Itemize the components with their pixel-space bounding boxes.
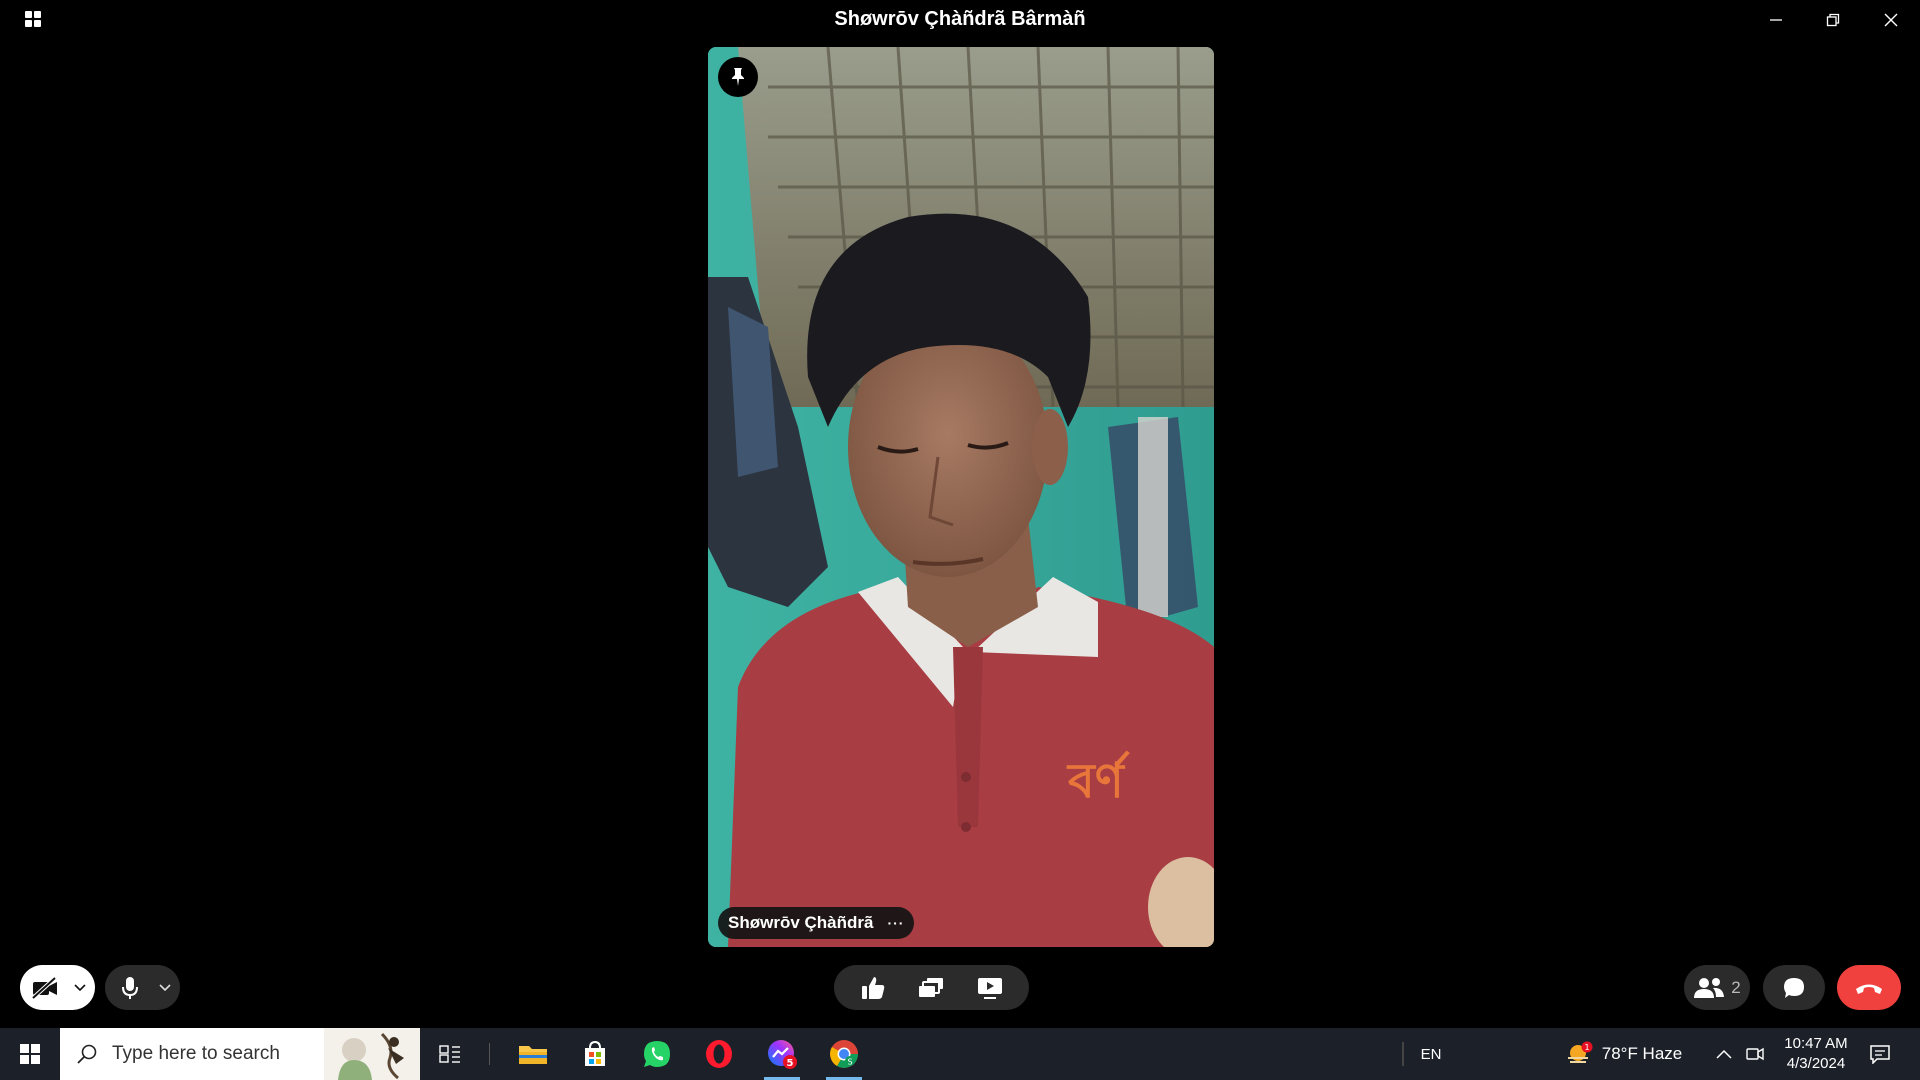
share-screen-button[interactable] bbox=[917, 976, 945, 1000]
react-button[interactable] bbox=[860, 975, 886, 1001]
camera-button[interactable] bbox=[20, 976, 70, 999]
participant-name-tag: Shøwrōv Çhàñdrã ··· bbox=[718, 907, 915, 939]
chat-button[interactable] bbox=[1763, 965, 1825, 1010]
start-button[interactable] bbox=[0, 1028, 60, 1080]
messenger-button[interactable]: 5 bbox=[756, 1028, 808, 1080]
task-view-button[interactable] bbox=[424, 1028, 476, 1080]
search-highlight-illustration bbox=[324, 1028, 420, 1080]
weather-widget[interactable]: 1 78°F Haze bbox=[1558, 1028, 1690, 1080]
chrome-icon: S bbox=[830, 1040, 858, 1068]
weather-haze-icon: 1 bbox=[1567, 1041, 1593, 1063]
svg-text:বর্ণ: বর্ণ bbox=[1066, 750, 1130, 809]
microphone-options-button[interactable] bbox=[155, 983, 175, 992]
chevron-down-icon bbox=[74, 983, 86, 991]
microphone-toggle[interactable] bbox=[105, 965, 180, 1010]
minimize-button[interactable] bbox=[1762, 6, 1790, 34]
folder-icon bbox=[519, 1046, 547, 1064]
whatsapp-icon bbox=[644, 1041, 670, 1067]
meet-now-button[interactable] bbox=[1740, 1028, 1770, 1080]
weather-badge: 1 bbox=[1584, 1043, 1589, 1052]
opera-icon bbox=[706, 1040, 732, 1068]
weather-text: 78°F Haze bbox=[1601, 1044, 1683, 1063]
restore-icon bbox=[1826, 13, 1840, 27]
present-icon bbox=[977, 977, 1002, 999]
clock-time: 10:47 AM bbox=[1784, 1035, 1848, 1052]
participants-count: 2 bbox=[1731, 977, 1741, 997]
camera-feed-image: বর্ণ bbox=[708, 47, 1214, 947]
call-actions bbox=[834, 965, 1029, 1010]
participant-video[interactable]: বর্ণ Shøwrōv Çhàñdrã ··· bbox=[708, 47, 1214, 947]
present-button[interactable] bbox=[976, 976, 1004, 1000]
search-icon bbox=[77, 1044, 97, 1064]
share-screen-icon bbox=[918, 977, 943, 997]
thumbs-up-icon bbox=[861, 976, 884, 999]
whatsapp-button[interactable] bbox=[631, 1028, 683, 1080]
language-indicator[interactable]: EN bbox=[1416, 1028, 1446, 1080]
microphone-icon bbox=[122, 976, 138, 999]
window-title: Shøwrōv Çhàñdrã Bârmàñ bbox=[834, 8, 1086, 30]
microphone-button[interactable] bbox=[105, 976, 155, 1000]
participant-more-button[interactable]: ··· bbox=[887, 915, 904, 931]
notification-icon bbox=[1870, 1045, 1890, 1064]
search-placeholder: Type here to search bbox=[112, 1043, 280, 1064]
show-hidden-icons-button[interactable] bbox=[1709, 1028, 1739, 1080]
messenger-badge: 5 bbox=[787, 1058, 794, 1069]
microsoft-store-button[interactable] bbox=[569, 1028, 621, 1080]
pin-button[interactable] bbox=[718, 57, 758, 97]
notifications-button[interactable] bbox=[1862, 1028, 1898, 1080]
taskbar-search[interactable]: Type here to search bbox=[60, 1028, 420, 1080]
meet-now-icon bbox=[1746, 1047, 1764, 1061]
chevron-up-icon bbox=[1716, 1049, 1732, 1059]
close-button[interactable] bbox=[1877, 6, 1905, 34]
task-view-icon bbox=[439, 1045, 460, 1063]
hang-up-icon bbox=[1856, 984, 1882, 994]
chrome-button[interactable]: S bbox=[818, 1028, 870, 1080]
camera-off-icon bbox=[31, 976, 57, 999]
svg-text:S: S bbox=[847, 1058, 852, 1067]
taskbar: Type here to search 5 S EN 1 78°F Haze 1… bbox=[0, 1028, 1920, 1080]
chat-icon bbox=[1784, 977, 1804, 998]
file-explorer-button[interactable] bbox=[507, 1028, 559, 1080]
participants-button[interactable]: 2 bbox=[1684, 965, 1750, 1010]
clock[interactable]: 10:47 AM 4/3/2024 bbox=[1772, 1028, 1860, 1080]
opera-button[interactable] bbox=[693, 1028, 745, 1080]
camera-toggle[interactable] bbox=[20, 965, 95, 1010]
pin-icon bbox=[732, 68, 744, 86]
minimize-icon bbox=[1770, 19, 1782, 21]
clock-date: 4/3/2024 bbox=[1786, 1055, 1846, 1072]
camera-options-button[interactable] bbox=[70, 983, 90, 992]
chevron-down-icon bbox=[159, 983, 171, 991]
title-bar: Shøwrōv Çhàñdrã Bârmàñ bbox=[0, 0, 1920, 38]
people-icon bbox=[1694, 977, 1725, 998]
tray-divider bbox=[1402, 1042, 1404, 1066]
store-icon bbox=[585, 1040, 605, 1066]
video-call-window: Shøwrōv Çhàñdrã Bârmàñ বর্ণ Shøwrōv Çhàñ… bbox=[0, 0, 1920, 1028]
taskbar-divider bbox=[489, 1043, 490, 1065]
windows-logo-icon bbox=[20, 1044, 40, 1064]
participant-name: Shøwrōv Çhàñdrã bbox=[728, 913, 874, 932]
messenger-icon: 5 bbox=[768, 1040, 797, 1069]
close-icon bbox=[1884, 13, 1898, 27]
end-call-button[interactable] bbox=[1837, 965, 1901, 1010]
restore-button[interactable] bbox=[1819, 6, 1847, 34]
